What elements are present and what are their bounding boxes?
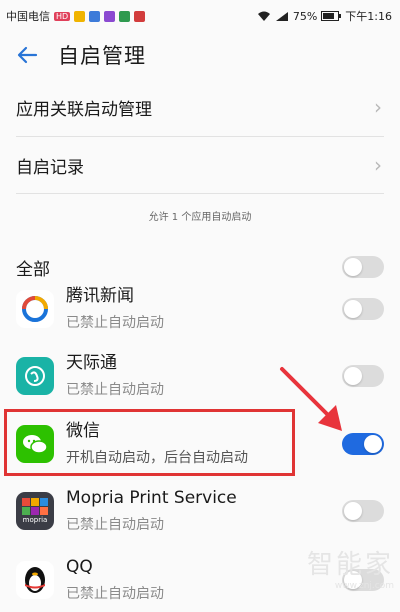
tencent-news-icon (16, 290, 54, 328)
app-status: 已禁止自动启动 (66, 517, 164, 533)
status-bar-right: 75% 下午1:16 (257, 8, 392, 24)
page-title: 自启管理 (58, 44, 146, 68)
app-name: QQ (66, 557, 93, 577)
notification-icon (134, 10, 146, 22)
toggle-knob (344, 300, 362, 318)
menu-item-label: 应用关联启动管理 (16, 99, 152, 120)
tencent-news-logo-icon (22, 296, 48, 322)
app-toggle-switch[interactable] (342, 500, 384, 522)
chevron-right-icon: › (374, 95, 382, 119)
toggle-knob (364, 435, 382, 453)
battery-icon (321, 11, 342, 21)
app-bar: 自启管理 (0, 32, 400, 78)
carrier-name: 中国电信 (6, 10, 50, 23)
hd-badge: HD (54, 11, 71, 21)
app-row-mopria: mopria Mopria Print Service 已禁止自动启动 (0, 478, 400, 544)
app-status: 已禁止自动启动 (66, 315, 164, 331)
toggle-knob (344, 258, 362, 276)
menu-item-label: 自启记录 (16, 157, 84, 178)
mopria-logo-icon (22, 498, 48, 515)
back-button[interactable] (14, 42, 40, 68)
app-toggle-switch[interactable] (342, 298, 384, 320)
tianjitong-icon (16, 357, 54, 395)
toggle-knob (344, 502, 362, 520)
app-name: 天际通 (66, 353, 117, 373)
mopria-icon-label: mopria (22, 516, 48, 524)
app-name: 腾讯新闻 (66, 286, 134, 306)
chevron-right-icon: › (374, 153, 382, 177)
status-bar: 中国电信 HD 75% 下午1:16 (0, 0, 400, 32)
watermark-title: 智能家 (306, 550, 394, 580)
watermark: 智能家 www.znj.com (307, 544, 394, 591)
qq-penguin-icon (25, 567, 45, 593)
app-status: 已禁止自动启动 (66, 586, 164, 602)
notification-icon (89, 10, 101, 22)
globe-icon (25, 366, 45, 386)
highlight-box (4, 409, 295, 476)
status-bar-left: 中国电信 HD (6, 8, 146, 24)
battery-percent: 75% (292, 9, 318, 23)
app-status: 已禁止自动启动 (66, 382, 164, 398)
hint-text: 允许 1 个应用自动启动 (148, 212, 252, 223)
app-name: Mopria Print Service (66, 488, 237, 508)
mopria-icon: mopria (16, 492, 54, 530)
notification-icon (74, 10, 86, 22)
qq-icon (16, 561, 54, 599)
watermark-url: www.znj.com (334, 581, 394, 591)
signal-icon (275, 11, 288, 21)
menu-item-assoc-launch[interactable]: 应用关联启动管理 › (0, 78, 400, 136)
wifi-icon (257, 11, 270, 21)
app-row-tencent-news: 腾讯新闻 已禁止自动启动 (0, 276, 400, 342)
menu-item-launch-record[interactable]: 自启记录 › (0, 137, 400, 193)
divider (16, 193, 384, 194)
toggle-all-switch[interactable] (342, 256, 384, 278)
notification-icon (104, 10, 116, 22)
clock: 下午1:16 (345, 10, 392, 23)
annotation-arrow (280, 367, 342, 431)
back-arrow-icon (17, 46, 38, 64)
notification-icon (119, 10, 131, 22)
